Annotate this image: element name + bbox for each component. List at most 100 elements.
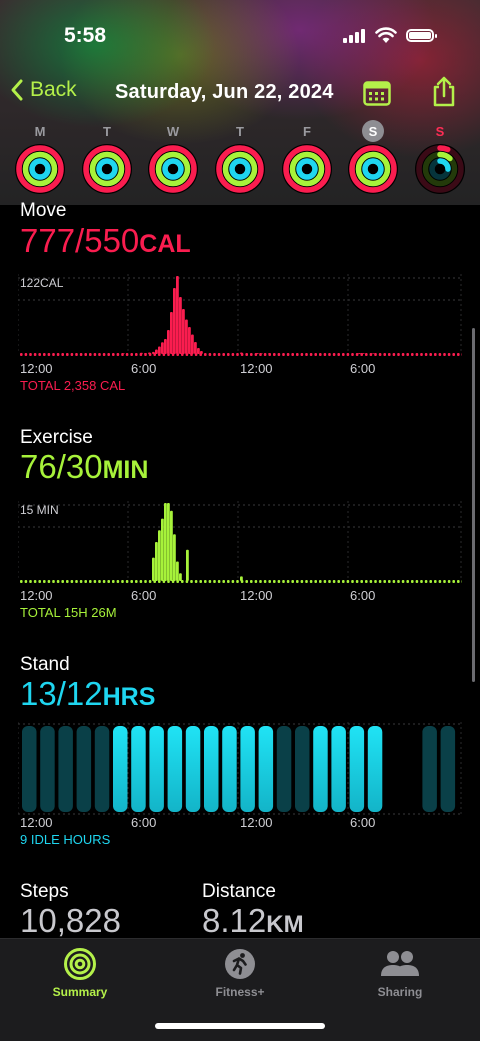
stand-hour-achieved: [186, 726, 201, 812]
stand-hour-achieved: [331, 726, 346, 812]
activity-rings-tab-icon: [63, 947, 97, 981]
stand-hour-achieved: [149, 726, 164, 812]
day-friday[interactable]: F: [277, 118, 337, 194]
move-chart: [18, 270, 462, 360]
stand-chart: [18, 722, 462, 816]
stand-hour-idle: [422, 726, 437, 812]
day-letter: M: [10, 118, 70, 144]
day-wednesday[interactable]: W: [143, 118, 203, 194]
day-thursday[interactable]: T: [210, 118, 270, 194]
running-figure-icon: [223, 947, 257, 981]
tick-label: 6:00: [131, 588, 156, 603]
day-letter: S: [410, 118, 470, 144]
stand-hour-achieved: [222, 726, 237, 812]
activity-rings-icon: [348, 144, 398, 194]
move-title: Move: [20, 200, 66, 222]
stand-hour-achieved: [313, 726, 328, 812]
chart-bar: [176, 276, 179, 354]
chart-bar: [240, 576, 243, 581]
activity-rings-icon: [148, 144, 198, 194]
stand-axis-ticks: 12:00 6:00 12:00 6:00: [20, 815, 460, 831]
day-letter: T: [77, 118, 137, 144]
stand-hour-idle: [58, 726, 73, 812]
calendar-icon[interactable]: [363, 80, 391, 106]
stand-value: 13/12HRS: [20, 675, 155, 713]
tick-label: 12:00: [20, 588, 53, 603]
chart-bar: [148, 353, 151, 355]
day-monday[interactable]: M: [10, 118, 70, 194]
stand-hour-achieved: [113, 726, 128, 812]
share-icon[interactable]: [431, 76, 457, 108]
chart-bar: [152, 352, 155, 354]
tick-label: 6:00: [131, 361, 156, 376]
stand-hour-idle: [40, 726, 55, 812]
activity-rings-icon: [82, 144, 132, 194]
stand-hour-achieved: [350, 726, 365, 812]
chart-bar: [268, 353, 271, 354]
chart-bar: [188, 327, 191, 354]
stand-hour-idle: [277, 726, 292, 812]
chart-bar: [179, 297, 182, 354]
exercise-scale-label: 15 MIN: [20, 503, 59, 517]
chart-bar: [122, 353, 125, 354]
week-strip: M T W T F S S: [0, 118, 480, 204]
day-tuesday[interactable]: T: [77, 118, 137, 194]
chart-bar: [176, 562, 179, 582]
battery-icon: [406, 29, 434, 42]
tick-label: 12:00: [240, 815, 273, 830]
chart-bar: [170, 511, 173, 581]
tab-label: Sharing: [320, 985, 480, 999]
back-button[interactable]: Back: [10, 78, 77, 102]
day-saturday-selected[interactable]: S: [343, 118, 403, 194]
move-chart-svg: [18, 270, 462, 360]
cellular-signal-icon: [343, 29, 365, 43]
day-sunday-today[interactable]: S: [410, 118, 470, 194]
distance-value: 8.12KM: [202, 902, 304, 940]
tab-fitness-plus[interactable]: Fitness+: [160, 939, 320, 999]
move-unit: CAL: [139, 230, 190, 258]
wifi-icon: [375, 26, 397, 44]
exercise-value-number: 76/30: [20, 448, 103, 485]
chart-bar: [191, 335, 194, 355]
chart-bar: [256, 353, 259, 354]
chevron-left-icon: [10, 78, 24, 102]
chart-bar: [152, 558, 155, 581]
move-value-number: 777/550: [20, 222, 139, 259]
distance-unit: KM: [266, 911, 303, 938]
stand-hour-achieved: [259, 726, 274, 812]
scroll-indicator[interactable]: [472, 328, 475, 682]
stand-title: Stand: [20, 654, 70, 676]
people-icon: [380, 947, 420, 981]
activity-rings-icon: [15, 144, 65, 194]
stand-unit: HRS: [103, 683, 156, 711]
day-letter: W: [143, 118, 203, 144]
chart-bar: [167, 330, 170, 354]
chart-bar: [144, 353, 147, 354]
exercise-chart-svg: [18, 497, 462, 587]
tick-label: 12:00: [240, 361, 273, 376]
home-indicator[interactable]: [155, 1023, 325, 1029]
chart-bar: [173, 534, 176, 581]
tab-summary[interactable]: Summary: [0, 939, 160, 999]
chart-bar: [161, 519, 164, 581]
tick-label: 12:00: [240, 588, 273, 603]
move-scale-label: 122CAL: [20, 276, 63, 290]
exercise-unit: MIN: [103, 456, 149, 484]
tab-sharing[interactable]: Sharing: [320, 939, 480, 999]
tick-label: 6:00: [350, 588, 375, 603]
chart-bar: [372, 353, 375, 354]
navigation-bar: Back Saturday, Jun 22, 2024: [0, 70, 480, 116]
stand-hour-idle: [441, 726, 456, 812]
stand-hour-achieved: [204, 726, 219, 812]
chart-bar: [358, 353, 361, 354]
chart-bar: [362, 353, 365, 354]
move-total: TOTAL 2,358 CAL: [20, 378, 125, 393]
chart-bar: [182, 309, 185, 354]
steps-value: 10,828: [20, 902, 121, 940]
stand-hour-achieved: [168, 726, 183, 812]
distance-label: Distance: [202, 881, 276, 903]
chart-bar: [240, 353, 243, 355]
stand-hour-idle: [95, 726, 110, 812]
chart-bar: [140, 353, 143, 354]
tick-label: 6:00: [350, 815, 375, 830]
